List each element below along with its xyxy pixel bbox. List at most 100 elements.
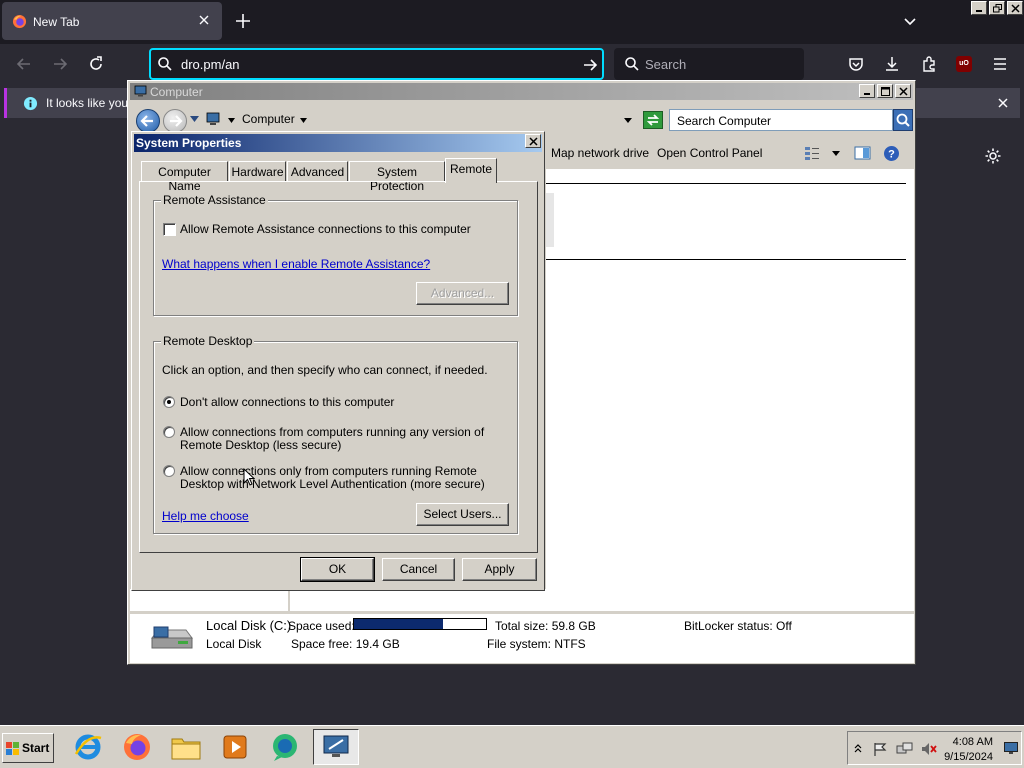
explorer-title-bar[interactable]: Computer — [130, 83, 913, 100]
internet-explorer-icon[interactable] — [65, 729, 111, 765]
explorer-back-icon[interactable] — [136, 109, 160, 133]
ublock-origin-icon[interactable]: uO — [956, 56, 972, 72]
close-tab-icon[interactable] — [198, 14, 210, 26]
drives-group-separator — [546, 183, 906, 184]
preview-pane-icon[interactable] — [854, 145, 871, 161]
volume-muted-icon[interactable] — [920, 741, 938, 757]
firefox-icon[interactable] — [114, 729, 160, 765]
minimize-icon[interactable] — [971, 1, 987, 15]
browser-toolbar: dro.pm/an Search uO — [0, 44, 1024, 84]
dont-allow-connections-radio[interactable] — [163, 396, 175, 408]
recent-pages-chevron-icon[interactable] — [190, 116, 199, 122]
pane-splitter[interactable] — [546, 193, 554, 247]
remote-assistance-legend: Remote Assistance — [161, 193, 268, 207]
close-notification-icon[interactable] — [997, 97, 1009, 109]
mouse-cursor-icon — [243, 468, 255, 487]
address-history-chevron-icon[interactable] — [624, 118, 632, 123]
minimize-icon[interactable] — [859, 84, 875, 98]
explorer-address-bar[interactable]: Computer — [204, 110, 638, 130]
allow-nla-only-label-line2[interactable]: Desktop with Network Level Authenticatio… — [180, 478, 485, 491]
explorer-title: Computer — [150, 85, 203, 99]
bitlocker-status: BitLocker status: Off — [684, 619, 792, 633]
browser-search-box[interactable]: Search — [614, 48, 804, 80]
show-desktop-icon[interactable] — [1004, 742, 1018, 754]
start-button[interactable]: Start — [2, 733, 54, 763]
tab-hardware[interactable]: Hardware — [229, 161, 286, 182]
network-icon[interactable] — [896, 741, 914, 757]
explorer-search-input[interactable]: Search Computer — [669, 109, 893, 131]
pocket-icon[interactable] — [847, 55, 865, 73]
allow-remote-assistance-checkbox[interactable] — [163, 223, 176, 236]
remote-tab-panel: Remote Assistance Allow Remote Assistanc… — [139, 181, 538, 553]
svg-text:?: ? — [888, 149, 895, 161]
back-icon[interactable] — [14, 54, 34, 74]
url-text[interactable]: dro.pm/an — [181, 57, 240, 72]
computer-icon — [206, 112, 221, 126]
system-properties-dialog: System Properties Computer Name Hardware… — [131, 131, 545, 591]
url-bar[interactable]: dro.pm/an — [149, 48, 604, 80]
help-me-choose-link[interactable]: Help me choose — [162, 509, 249, 523]
hard-drive-icon — [148, 624, 194, 654]
clock-time[interactable]: 4:08 AM — [941, 736, 993, 748]
drive-name: Local Disk (C:) — [206, 618, 292, 633]
file-explorer-icon[interactable] — [163, 729, 209, 765]
open-control-panel-button[interactable]: Open Control Panel — [657, 146, 762, 160]
breadcrumb-chevron-icon[interactable] — [228, 118, 235, 123]
allow-remote-assistance-label[interactable]: Allow Remote Assistance connections to t… — [180, 223, 471, 236]
restore-icon[interactable] — [989, 1, 1005, 15]
explorer-forward-icon[interactable] — [163, 109, 187, 133]
allow-any-version-radio[interactable] — [163, 426, 175, 438]
close-window-icon[interactable] — [895, 84, 911, 98]
apply-button[interactable]: Apply — [462, 558, 537, 581]
browser-tab[interactable]: New Tab — [2, 2, 222, 40]
map-network-drive-button[interactable]: Map network drive — [551, 146, 649, 160]
remote-desktop-icon[interactable] — [313, 729, 359, 765]
ok-button[interactable]: OK — [300, 557, 375, 582]
breadcrumb-chevron-icon[interactable] — [300, 118, 307, 123]
downloads-icon[interactable] — [883, 55, 901, 73]
explorer-content-pane — [546, 169, 914, 589]
list-all-tabs-icon[interactable] — [902, 14, 918, 30]
new-tab-icon[interactable] — [233, 11, 253, 31]
tab-computer-name[interactable]: Computer Name — [141, 161, 228, 193]
dialog-close-icon[interactable] — [525, 134, 541, 148]
taskbar: Start 4:08 AM 9/15/2024 — [0, 725, 1024, 768]
explorer-search-placeholder: Search Computer — [677, 114, 772, 128]
settings-gear-icon[interactable] — [984, 147, 1002, 165]
reload-icon[interactable] — [86, 54, 106, 74]
maximize-icon[interactable] — [877, 84, 893, 98]
menu-hamburger-icon[interactable] — [991, 55, 1009, 73]
breadcrumb-computer[interactable]: Computer — [242, 113, 295, 126]
refresh-icon[interactable] — [643, 111, 663, 129]
window-controls — [971, 1, 1023, 15]
advanced-button[interactable]: Advanced... — [416, 282, 509, 305]
chat-icon[interactable] — [262, 729, 308, 765]
navigation-divider[interactable] — [288, 589, 290, 611]
tab-system-protection[interactable]: System Protection — [349, 161, 445, 193]
space-free: Space free: 19.4 GB — [291, 637, 400, 651]
allow-nla-only-radio[interactable] — [163, 465, 175, 477]
view-dropdown-chevron-icon[interactable] — [832, 151, 840, 156]
show-hidden-icons-icon[interactable] — [854, 743, 862, 753]
cancel-button[interactable]: Cancel — [382, 558, 455, 581]
search-icon[interactable] — [893, 109, 913, 131]
drive-type: Local Disk — [206, 637, 262, 651]
search-icon — [157, 56, 173, 72]
close-window-icon[interactable] — [1007, 1, 1023, 15]
firefox-favicon-icon — [12, 14, 27, 29]
dont-allow-connections-label[interactable]: Don't allow connections to this computer — [180, 396, 394, 409]
go-arrow-icon[interactable] — [581, 56, 599, 74]
dialog-title-bar[interactable]: System Properties — [134, 134, 542, 152]
allow-any-version-label-line2[interactable]: Remote Desktop (less secure) — [180, 439, 341, 452]
help-icon[interactable]: ? — [883, 145, 900, 162]
media-player-icon[interactable] — [212, 729, 258, 765]
remote-assistance-help-link[interactable]: What happens when I enable Remote Assist… — [162, 257, 430, 271]
extensions-icon[interactable] — [920, 55, 938, 73]
select-users-button[interactable]: Select Users... — [416, 503, 509, 526]
action-center-flag-icon[interactable] — [872, 741, 888, 757]
tab-advanced[interactable]: Advanced — [287, 161, 348, 182]
view-options-icon[interactable] — [804, 145, 820, 161]
tab-remote[interactable]: Remote — [445, 158, 497, 183]
forward-icon[interactable] — [50, 54, 70, 74]
clock-date[interactable]: 9/15/2024 — [941, 751, 993, 763]
